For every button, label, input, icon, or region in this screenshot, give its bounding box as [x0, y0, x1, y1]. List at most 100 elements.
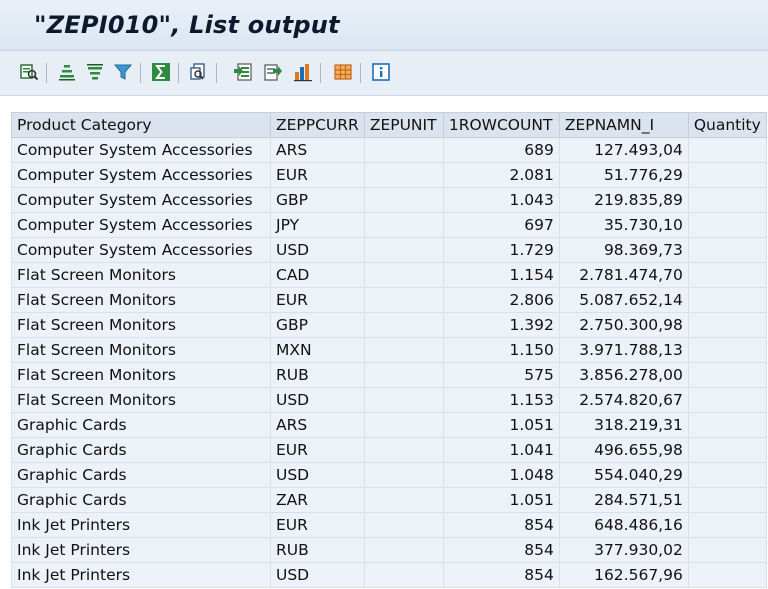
- table-row[interactable]: Ink Jet Printers EUR 854 648.486,16: [11, 512, 767, 538]
- amount-cell[interactable]: 2.750.300,98: [558, 312, 689, 338]
- export-spreadsheet-icon[interactable]: [232, 61, 254, 83]
- table-row[interactable]: Flat Screen Monitors GBP 1.392 2.750.300,98: [11, 312, 767, 338]
- column-header-zepnamn-i[interactable]: ZEPNAMN_I: [558, 112, 689, 138]
- currency-cell[interactable]: USD: [270, 237, 365, 263]
- table-row[interactable]: Computer System Accessories ARS 689 127.493…: [11, 137, 767, 163]
- row-count-cell[interactable]: 1.051: [442, 487, 560, 513]
- quantity-cell[interactable]: [687, 162, 767, 188]
- row-count-cell[interactable]: 689: [442, 137, 560, 163]
- quantity-cell[interactable]: [687, 562, 767, 588]
- quantity-cell[interactable]: [687, 137, 767, 163]
- info-icon[interactable]: [370, 61, 392, 83]
- amount-cell[interactable]: 284.571,51: [558, 487, 689, 513]
- row-count-cell[interactable]: 697: [442, 212, 560, 238]
- unit-cell[interactable]: [363, 462, 444, 488]
- row-count-cell[interactable]: 1.043: [442, 187, 560, 213]
- currency-cell[interactable]: EUR: [270, 512, 365, 538]
- row-count-cell[interactable]: 854: [442, 537, 560, 563]
- quantity-cell[interactable]: [687, 437, 767, 463]
- table-row[interactable]: Graphic Cards EUR 1.041 496.655,98: [11, 437, 767, 463]
- product-category-cell[interactable]: Flat Screen Monitors: [11, 262, 271, 288]
- quantity-cell[interactable]: [687, 187, 767, 213]
- product-category-cell[interactable]: Ink Jet Printers: [11, 512, 271, 538]
- amount-cell[interactable]: 318.219,31: [558, 412, 689, 438]
- amount-cell[interactable]: 51.776,29: [558, 162, 689, 188]
- layout-icon[interactable]: [332, 61, 354, 83]
- product-category-cell[interactable]: Computer System Accessories: [11, 237, 271, 263]
- unit-cell[interactable]: [363, 212, 444, 238]
- amount-cell[interactable]: 554.040,29: [558, 462, 689, 488]
- currency-cell[interactable]: JPY: [270, 212, 365, 238]
- column-header-quantity[interactable]: Quantity: [687, 112, 767, 138]
- currency-cell[interactable]: GBP: [270, 312, 365, 338]
- amount-cell[interactable]: 219.835,89: [558, 187, 689, 213]
- product-category-cell[interactable]: Graphic Cards: [11, 487, 271, 513]
- row-count-cell[interactable]: 2.806: [442, 287, 560, 313]
- product-category-cell[interactable]: Graphic Cards: [11, 437, 271, 463]
- currency-cell[interactable]: EUR: [270, 437, 365, 463]
- product-category-cell[interactable]: Flat Screen Monitors: [11, 312, 271, 338]
- product-category-cell[interactable]: Computer System Accessories: [11, 162, 271, 188]
- details-icon[interactable]: [18, 61, 40, 83]
- table-row[interactable]: Flat Screen Monitors USD 1.153 2.574.820,67: [11, 387, 767, 413]
- unit-cell[interactable]: [363, 262, 444, 288]
- amount-cell[interactable]: 127.493,04: [558, 137, 689, 163]
- row-count-cell[interactable]: 1.051: [442, 412, 560, 438]
- currency-cell[interactable]: MXN: [270, 337, 365, 363]
- table-row[interactable]: Ink Jet Printers RUB 854 377.930,02: [11, 537, 767, 563]
- table-row[interactable]: Computer System Accessories JPY 697 35.730,…: [11, 212, 767, 238]
- unit-cell[interactable]: [363, 412, 444, 438]
- amount-cell[interactable]: 377.930,02: [558, 537, 689, 563]
- table-row[interactable]: Graphic Cards ARS 1.051 318.219,31: [11, 412, 767, 438]
- product-category-cell[interactable]: Flat Screen Monitors: [11, 337, 271, 363]
- quantity-cell[interactable]: [687, 362, 767, 388]
- amount-cell[interactable]: 98.369,73: [558, 237, 689, 263]
- product-category-cell[interactable]: Computer System Accessories: [11, 187, 271, 213]
- row-count-cell[interactable]: 854: [442, 562, 560, 588]
- currency-cell[interactable]: USD: [270, 462, 365, 488]
- currency-cell[interactable]: ARS: [270, 137, 365, 163]
- unit-cell[interactable]: [363, 162, 444, 188]
- currency-cell[interactable]: USD: [270, 562, 365, 588]
- quantity-cell[interactable]: [687, 537, 767, 563]
- table-row[interactable]: Ink Jet Printers USD 854 162.567,96: [11, 562, 767, 588]
- unit-cell[interactable]: [363, 312, 444, 338]
- quantity-cell[interactable]: [687, 412, 767, 438]
- amount-cell[interactable]: 2.574.820,67: [558, 387, 689, 413]
- sort-descending-icon[interactable]: [84, 61, 106, 83]
- currency-cell[interactable]: ARS: [270, 412, 365, 438]
- table-row[interactable]: Flat Screen Monitors EUR 2.806 5.087.652,14: [11, 287, 767, 313]
- product-category-cell[interactable]: Ink Jet Printers: [11, 562, 271, 588]
- unit-cell[interactable]: [363, 287, 444, 313]
- row-count-cell[interactable]: 1.041: [442, 437, 560, 463]
- amount-cell[interactable]: 3.971.788,13: [558, 337, 689, 363]
- unit-cell[interactable]: [363, 137, 444, 163]
- row-count-cell[interactable]: 1.729: [442, 237, 560, 263]
- product-category-cell[interactable]: Computer System Accessories: [11, 212, 271, 238]
- unit-cell[interactable]: [363, 237, 444, 263]
- row-count-cell[interactable]: 854: [442, 512, 560, 538]
- amount-cell[interactable]: 5.087.652,14: [558, 287, 689, 313]
- table-row[interactable]: Computer System Accessories GBP 1.043 219.8…: [11, 187, 767, 213]
- amount-cell[interactable]: 2.781.474,70: [558, 262, 689, 288]
- row-count-cell[interactable]: 575: [442, 362, 560, 388]
- quantity-cell[interactable]: [687, 512, 767, 538]
- unit-cell[interactable]: [363, 362, 444, 388]
- sort-ascending-icon[interactable]: [56, 61, 78, 83]
- row-count-cell[interactable]: 1.150: [442, 337, 560, 363]
- filter-icon[interactable]: [112, 61, 134, 83]
- currency-cell[interactable]: CAD: [270, 262, 365, 288]
- amount-cell[interactable]: 496.655,98: [558, 437, 689, 463]
- unit-cell[interactable]: [363, 537, 444, 563]
- export-local-file-icon[interactable]: [262, 61, 284, 83]
- row-count-cell[interactable]: 1.048: [442, 462, 560, 488]
- product-category-cell[interactable]: Graphic Cards: [11, 412, 271, 438]
- column-header-1rowcount[interactable]: 1ROWCOUNT: [442, 112, 560, 138]
- table-row[interactable]: Graphic Cards ZAR 1.051 284.571,51: [11, 487, 767, 513]
- quantity-cell[interactable]: [687, 237, 767, 263]
- currency-cell[interactable]: EUR: [270, 287, 365, 313]
- table-row[interactable]: Computer System Accessories EUR 2.081 51.77…: [11, 162, 767, 188]
- product-category-cell[interactable]: Ink Jet Printers: [11, 537, 271, 563]
- unit-cell[interactable]: [363, 512, 444, 538]
- currency-cell[interactable]: RUB: [270, 537, 365, 563]
